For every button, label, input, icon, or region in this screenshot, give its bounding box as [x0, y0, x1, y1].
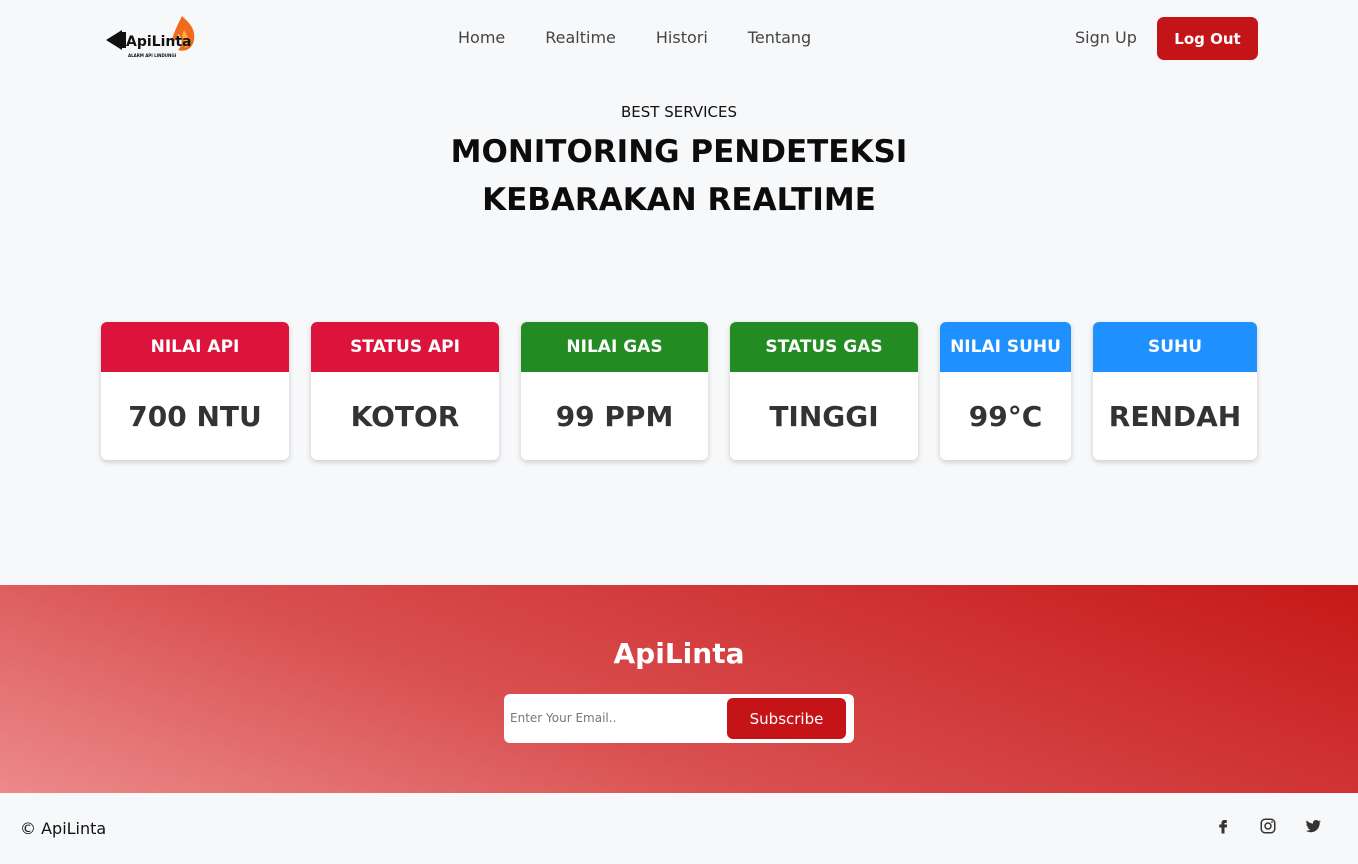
- card-header: STATUS API: [311, 322, 499, 372]
- flame-logo-icon: ApiLinta ALARM API LINDUNGI: [106, 16, 195, 58]
- main-nav: Home Realtime Histori Tentang: [458, 28, 811, 47]
- card-header: NILAI GAS: [521, 322, 708, 372]
- nav-tentang[interactable]: Tentang: [748, 28, 811, 47]
- card-value: TINGGI: [769, 399, 879, 433]
- twitter-icon[interactable]: [1304, 817, 1322, 835]
- brand-logo[interactable]: ApiLinta ALARM API LINDUNGI: [104, 10, 200, 62]
- instagram-icon[interactable]: [1259, 817, 1277, 835]
- card-header: NILAI SUHU: [940, 322, 1071, 372]
- card-nilai-gas: NILAI GAS 99 PPM: [521, 322, 708, 460]
- subscribe-form: Subscribe: [504, 694, 854, 743]
- subscribe-banner: [0, 585, 1358, 793]
- signup-link[interactable]: Sign Up: [1075, 28, 1137, 47]
- navbar: ApiLinta ALARM API LINDUNGI Home Realtim…: [0, 0, 1358, 78]
- card-value: RENDAH: [1108, 399, 1242, 433]
- nav-home[interactable]: Home: [458, 28, 505, 47]
- bottom-footer: © ApiLinta: [0, 793, 1358, 864]
- card-value: 99°C: [968, 399, 1043, 433]
- svg-text:ALARM API LINDUNGI: ALARM API LINDUNGI: [128, 53, 177, 58]
- card-value: 700 NTU: [128, 399, 262, 433]
- card-header: STATUS GAS: [730, 322, 918, 372]
- card-header: SUHU: [1093, 322, 1257, 372]
- facebook-icon[interactable]: [1214, 817, 1232, 835]
- card-value: 99 PPM: [555, 399, 674, 433]
- copyright-text: © ApiLinta: [20, 819, 107, 838]
- nav-realtime[interactable]: Realtime: [545, 28, 616, 47]
- svg-text:ApiLinta: ApiLinta: [126, 34, 191, 50]
- card-header: NILAI API: [101, 322, 289, 372]
- subscribe-button[interactable]: Subscribe: [727, 698, 846, 739]
- nav-histori[interactable]: Histori: [656, 28, 708, 47]
- card-suhu: SUHU RENDAH: [1093, 322, 1257, 460]
- card-status-api: STATUS API KOTOR: [311, 322, 499, 460]
- logout-button[interactable]: Log Out: [1157, 17, 1258, 60]
- footer-brand-title: ApiLinta: [613, 637, 745, 670]
- hero-subtitle: BEST SERVICES: [621, 103, 737, 121]
- card-value: KOTOR: [350, 399, 460, 433]
- social-links: [1214, 817, 1322, 835]
- card-nilai-api: NILAI API 700 NTU: [101, 322, 289, 460]
- card-nilai-suhu: NILAI SUHU 99°C: [940, 322, 1071, 460]
- email-input[interactable]: [510, 704, 720, 732]
- sensor-cards: NILAI API 700 NTU STATUS API KOTOR NILAI…: [0, 322, 1358, 460]
- card-status-gas: STATUS GAS TINGGI: [730, 322, 918, 460]
- page-title: MONITORING PENDETEKSI KEBARAKAN REALTIME: [450, 134, 908, 218]
